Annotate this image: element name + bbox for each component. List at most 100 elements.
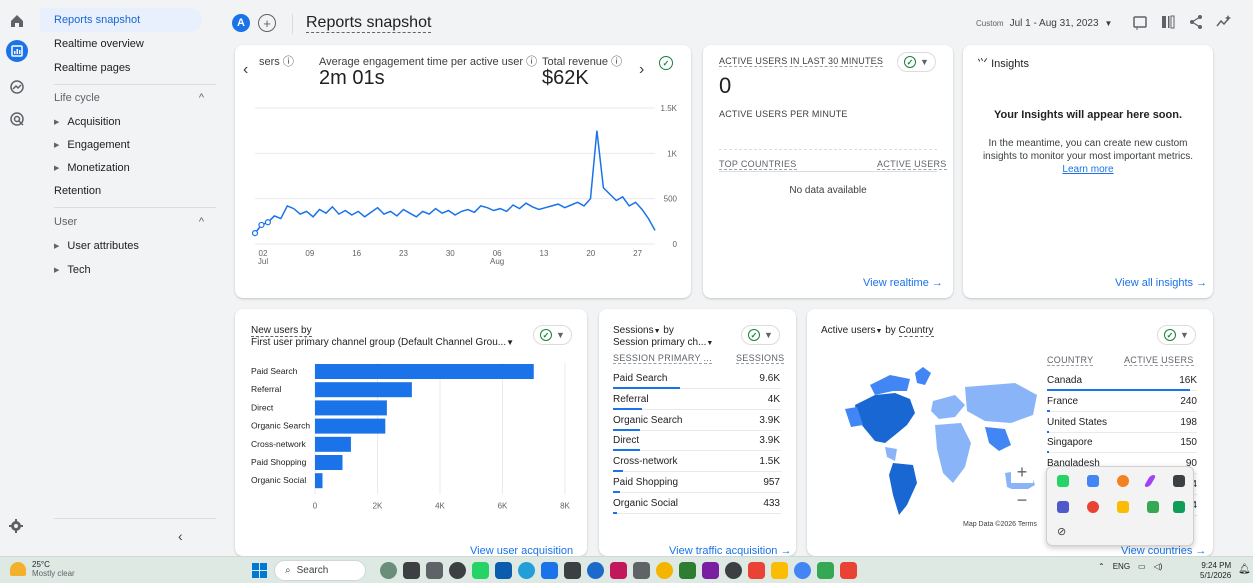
table-row-label[interactable]: Paid Shopping bbox=[613, 477, 678, 488]
eye-off-icon[interactable]: ⊘ bbox=[1057, 525, 1066, 538]
dimension-selector[interactable]: Session primary ch...▼ bbox=[613, 337, 713, 348]
taskbar-app-icon[interactable] bbox=[702, 562, 719, 579]
taskbar-app-icon[interactable] bbox=[633, 562, 650, 579]
status-dropdown[interactable]: ✓ ▼ bbox=[897, 52, 936, 72]
nav-realtime-pages[interactable]: Realtime pages bbox=[40, 56, 202, 80]
app-tray-icon[interactable] bbox=[1117, 501, 1129, 513]
zoom-in-button[interactable]: + bbox=[1011, 461, 1033, 483]
col-header-countries[interactable]: TOP COUNTRIES bbox=[719, 159, 797, 170]
nav-realtime-overview[interactable]: Realtime overview bbox=[40, 32, 202, 56]
table-row-label[interactable]: Canada bbox=[1047, 375, 1082, 386]
compare-icon[interactable] bbox=[1132, 14, 1148, 33]
col-header-active-users[interactable]: ACTIVE USERS bbox=[1124, 355, 1194, 366]
pen-icon[interactable] bbox=[1143, 475, 1157, 487]
chevron-right-icon[interactable]: › bbox=[639, 61, 644, 79]
dimension-label[interactable]: Country bbox=[898, 325, 934, 337]
table-row-label[interactable]: Cross-network bbox=[613, 456, 677, 467]
view-realtime-link[interactable]: View realtime → bbox=[863, 277, 943, 289]
nav-section-user[interactable]: User ^ bbox=[54, 216, 204, 228]
status-dropdown[interactable]: ✓ ▼ bbox=[741, 325, 780, 345]
teams-icon[interactable] bbox=[1057, 501, 1069, 513]
volume-icon[interactable]: ◁) bbox=[1154, 562, 1163, 571]
view-traffic-acquisition-link[interactable]: View traffic acquisition → bbox=[669, 545, 792, 556]
col-header-active-users[interactable]: ACTIVE USERS bbox=[877, 159, 947, 170]
nav-tech[interactable]: ▶ Tech bbox=[40, 258, 202, 282]
taskbar-app-icon[interactable] bbox=[472, 562, 489, 579]
taskbar-app-icon[interactable] bbox=[817, 562, 834, 579]
table-row-label[interactable]: Singapore bbox=[1047, 437, 1093, 448]
metric-selector[interactable]: Sessions bbox=[613, 325, 654, 336]
help-icon[interactable]: ⓘ bbox=[283, 56, 294, 68]
notification-bell-icon[interactable]: 🔔︎ bbox=[1238, 564, 1251, 575]
metric-label[interactable]: sers ⓘ bbox=[259, 53, 294, 69]
nav-monetization[interactable]: ▶ Monetization bbox=[40, 156, 202, 180]
learn-more-link[interactable]: Learn more bbox=[1062, 164, 1113, 175]
zoom-out-button[interactable]: − bbox=[1011, 489, 1033, 511]
taskbar-app-icon[interactable] bbox=[518, 562, 535, 579]
nav-acquisition[interactable]: ▶ Acquisition bbox=[40, 110, 202, 134]
dimension-selector[interactable]: First user primary channel group (Defaul… bbox=[251, 337, 514, 348]
taskbar-app-icon[interactable] bbox=[426, 562, 443, 579]
taskbar-app-icon[interactable] bbox=[449, 562, 466, 579]
metric-selector[interactable]: Active users bbox=[821, 325, 875, 336]
taskbar-app-icon[interactable] bbox=[771, 562, 788, 579]
nav-engagement[interactable]: ▶ Engagement bbox=[40, 133, 202, 157]
table-row-label[interactable]: Direct bbox=[613, 435, 639, 446]
status-dropdown[interactable]: ✓ ▼ bbox=[1157, 325, 1196, 345]
taskbar-search[interactable]: ⌕ Search bbox=[274, 560, 366, 581]
help-icon[interactable]: ⓘ bbox=[526, 56, 537, 68]
col-header-sessions[interactable]: SESSIONS bbox=[736, 353, 785, 364]
insights-icon[interactable] bbox=[1216, 14, 1232, 33]
display-icon[interactable]: ▭ bbox=[1138, 562, 1146, 571]
date-range-picker[interactable]: Custom Jul 1 - Aug 31, 2023 ▼ bbox=[976, 18, 1112, 29]
col-header-country[interactable]: COUNTRY bbox=[1047, 355, 1094, 366]
taskbar-app-icon[interactable] bbox=[541, 562, 558, 579]
table-row-label[interactable]: Paid Search bbox=[613, 373, 667, 384]
view-insights-link[interactable]: View all insights → bbox=[1115, 277, 1207, 289]
explore-icon[interactable] bbox=[6, 76, 28, 98]
table-row-label[interactable]: Referral bbox=[613, 394, 649, 405]
map-terms-link[interactable]: Terms bbox=[1018, 521, 1037, 528]
home-icon[interactable] bbox=[6, 10, 28, 32]
nav-reports-snapshot[interactable]: Reports snapshot bbox=[40, 8, 202, 32]
taskbar-app-icon[interactable] bbox=[610, 562, 627, 579]
collapse-nav-button[interactable]: ‹ bbox=[178, 528, 183, 544]
taskbar-app-icon[interactable] bbox=[656, 562, 673, 579]
taskbar-app-icon[interactable] bbox=[380, 562, 397, 579]
whatsapp-icon[interactable] bbox=[1057, 475, 1069, 487]
taskbar-app-icon[interactable] bbox=[564, 562, 581, 579]
clock[interactable]: 9:24 PM 5/1/2026 bbox=[1200, 561, 1231, 581]
table-row-label[interactable]: United States bbox=[1047, 417, 1107, 428]
taskbar-app-icon[interactable] bbox=[495, 562, 512, 579]
chevron-left-icon[interactable]: ‹ bbox=[243, 61, 248, 79]
taskbar-app-icon[interactable] bbox=[794, 562, 811, 579]
comparison-avatar[interactable]: A bbox=[232, 14, 250, 32]
add-comparison-button[interactable]: + bbox=[258, 14, 276, 32]
language-indicator[interactable]: ENG bbox=[1113, 562, 1130, 571]
taskbar-app-icon[interactable] bbox=[725, 562, 742, 579]
view-countries-link[interactable]: View countries → bbox=[1121, 545, 1206, 556]
app-tray-icon[interactable] bbox=[1173, 501, 1185, 513]
table-row-label[interactable]: Organic Social bbox=[613, 498, 678, 509]
app-tray-icon[interactable] bbox=[1147, 501, 1159, 513]
gear-icon[interactable] bbox=[8, 518, 24, 537]
advertising-icon[interactable] bbox=[6, 108, 28, 130]
windows-start-icon[interactable] bbox=[252, 563, 267, 578]
view-user-acquisition-link[interactable]: View user acquisition → bbox=[470, 545, 587, 556]
table-row-label[interactable]: Organic Search bbox=[613, 415, 682, 426]
taskbar-app-icon[interactable] bbox=[840, 562, 857, 579]
taskbar-app-icon[interactable] bbox=[587, 562, 604, 579]
table-row-label[interactable]: France bbox=[1047, 396, 1078, 407]
chrome-icon[interactable] bbox=[1087, 501, 1099, 513]
app-tray-icon[interactable] bbox=[1087, 475, 1099, 487]
help-icon[interactable]: ⓘ bbox=[611, 56, 622, 68]
status-dropdown[interactable]: ✓ ▼ bbox=[533, 325, 572, 345]
weather-widget[interactable]: 25°C Mostly clear bbox=[10, 560, 75, 578]
nav-user-attributes[interactable]: ▶ User attributes bbox=[40, 234, 202, 258]
status-check-icon[interactable]: ✓ bbox=[659, 53, 673, 73]
taskbar-app-icon[interactable] bbox=[748, 562, 765, 579]
chevron-up-icon[interactable]: ⌃ bbox=[1098, 562, 1105, 571]
taskbar-app-icon[interactable] bbox=[403, 562, 420, 579]
nav-section-lifecycle[interactable]: Life cycle ^ bbox=[54, 92, 204, 104]
reports-icon[interactable] bbox=[6, 40, 28, 62]
